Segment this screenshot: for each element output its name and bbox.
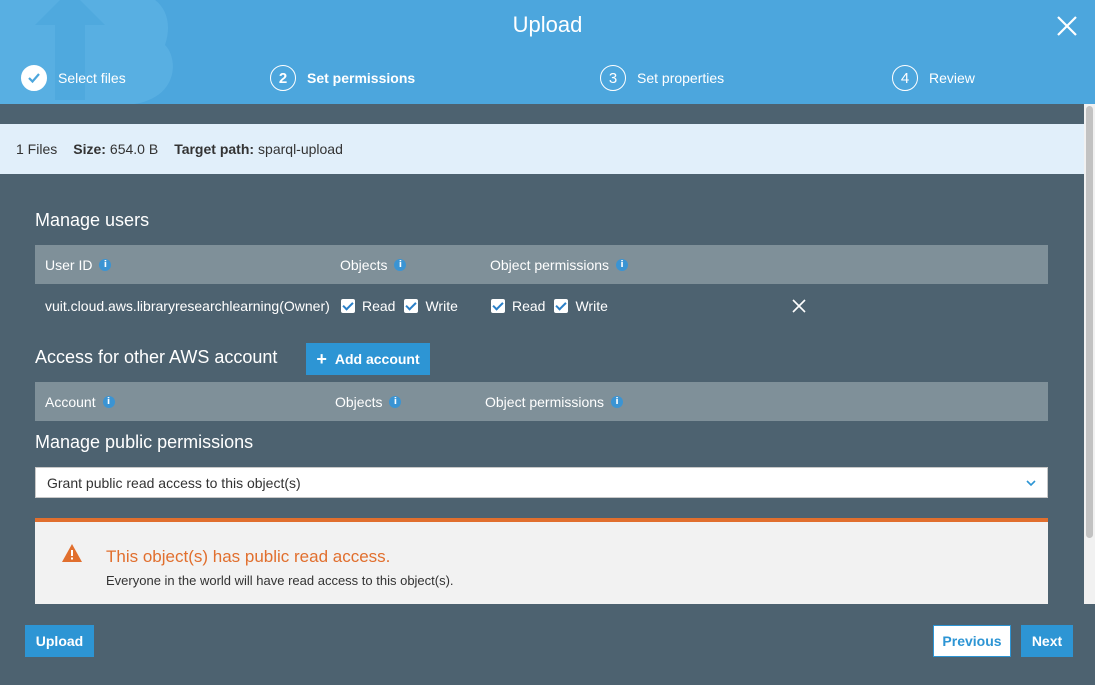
dialog-footer: Upload Previous Next xyxy=(0,604,1095,685)
upload-info-bar: 1 Files Size: 654.0 B Target path: sparq… xyxy=(0,124,1084,174)
column-objects: Objects i xyxy=(335,382,402,421)
chevron-down-icon xyxy=(1026,480,1036,487)
step-set-properties[interactable]: 3 Set properties xyxy=(600,65,724,91)
warning-text: Everyone in the world will have read acc… xyxy=(106,573,454,588)
info-icon[interactable]: i xyxy=(394,258,407,271)
column-account: Account i xyxy=(45,382,115,421)
next-button[interactable]: Next xyxy=(1021,625,1073,657)
column-objects: Objects i xyxy=(340,245,407,284)
step-number: 2 xyxy=(270,65,296,91)
objects-write-checkbox[interactable] xyxy=(404,299,419,313)
column-label: Object permissions xyxy=(490,256,610,273)
check-icon xyxy=(21,65,47,91)
plus-icon: + xyxy=(316,348,327,369)
user-id-cell: vuit.cloud.aws.libraryresearchlearning(O… xyxy=(45,298,330,314)
upload-header: Upload Select files 2 Set permissions 3 … xyxy=(0,0,1095,104)
column-label: User ID xyxy=(45,256,93,273)
previous-button[interactable]: Previous xyxy=(933,625,1011,657)
column-label: Object permissions xyxy=(485,393,605,410)
add-account-button[interactable]: + Add account xyxy=(306,343,430,375)
public-access-warning: This object(s) has public read access. E… xyxy=(35,518,1048,604)
remove-user-icon[interactable] xyxy=(792,299,806,313)
warning-icon xyxy=(62,544,82,562)
checkbox-label: Read xyxy=(512,298,546,314)
step-select-files[interactable]: Select files xyxy=(21,65,126,91)
column-label: Objects xyxy=(340,256,388,273)
target-path-label: Target path: xyxy=(174,141,255,157)
step-label: Review xyxy=(929,70,975,86)
manage-users-title: Manage users xyxy=(35,210,150,230)
perm-read-checkbox[interactable] xyxy=(491,299,505,313)
info-icon[interactable]: i xyxy=(611,395,624,408)
add-account-label: Add account xyxy=(334,351,420,367)
column-object-permissions: Object permissions i xyxy=(485,382,624,421)
dialog-title: Upload xyxy=(512,12,583,37)
accounts-table-header: Account i Objects i Object permissions i xyxy=(35,382,1048,421)
objects-read-checkbox[interactable] xyxy=(341,299,355,313)
objects-permissions-cell: Read Write xyxy=(341,284,467,328)
step-number: 4 xyxy=(892,65,918,91)
checkbox-label: Write xyxy=(575,298,608,314)
object-permissions-cell: Read Write xyxy=(491,284,617,328)
column-label: Account xyxy=(45,393,96,410)
info-icon[interactable]: i xyxy=(616,258,629,271)
target-path-value: sparql-upload xyxy=(258,141,343,157)
step-label: Select files xyxy=(58,70,126,86)
step-set-permissions[interactable]: 2 Set permissions xyxy=(270,65,415,91)
table-row: vuit.cloud.aws.libraryresearchlearning(O… xyxy=(35,284,1048,328)
public-permissions-title: Manage public permissions xyxy=(35,432,254,452)
scrollbar-thumb[interactable] xyxy=(1086,106,1093,538)
file-count: 1 Files xyxy=(16,141,58,157)
step-number: 3 xyxy=(600,65,626,91)
checkbox-label: Read xyxy=(362,298,396,314)
info-icon[interactable]: i xyxy=(99,258,112,271)
perm-write-checkbox[interactable] xyxy=(554,299,569,313)
size-label: Size: xyxy=(73,141,106,157)
users-table-header: User ID i Objects i Object permissions i xyxy=(35,245,1048,284)
upload-button[interactable]: Upload xyxy=(25,625,94,657)
column-user-id: User ID i xyxy=(45,245,112,284)
step-label: Set properties xyxy=(637,70,725,86)
column-object-permissions: Object permissions i xyxy=(490,245,629,284)
public-permissions-select[interactable]: Grant public read access to this object(… xyxy=(35,467,1048,498)
column-label: Objects xyxy=(335,393,383,410)
info-icon[interactable]: i xyxy=(102,395,115,408)
warning-title: This object(s) has public read access. xyxy=(106,547,391,566)
checkbox-label: Write xyxy=(425,298,458,314)
step-label: Set permissions xyxy=(307,70,416,86)
other-accounts-title: Access for other AWS account xyxy=(35,347,278,367)
selected-option: Grant public read access to this object(… xyxy=(47,474,301,491)
step-review[interactable]: 4 Review xyxy=(892,65,975,91)
size-value: 654.0 B xyxy=(109,141,159,157)
info-icon[interactable]: i xyxy=(389,395,402,408)
close-icon[interactable] xyxy=(1055,14,1079,38)
